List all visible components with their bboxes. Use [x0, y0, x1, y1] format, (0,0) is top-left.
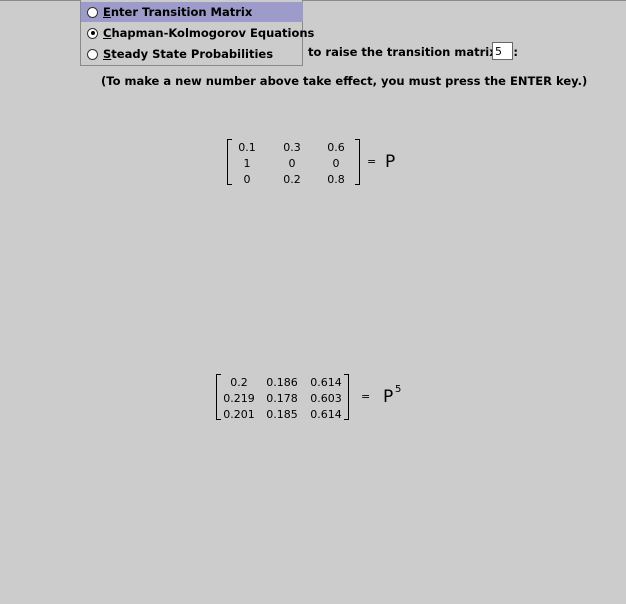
- matrix-name-p: P: [385, 152, 396, 172]
- matrix-cell: 0.178: [266, 392, 298, 405]
- menu-item-enter-transition-matrix[interactable]: Enter Transition Matrix: [81, 2, 303, 22]
- matrix-cell: 0.186: [266, 376, 298, 389]
- menu-item-steady-state[interactable]: Steady State Probabilities: [81, 44, 303, 64]
- matrix-cell: 0.6: [327, 141, 345, 154]
- matrix-cell: 0.2: [230, 376, 248, 389]
- radio-checked-icon: [87, 27, 98, 39]
- radio-icon: [87, 48, 98, 60]
- matrix-cell: 0.8: [327, 173, 345, 186]
- matrix-cell: 0: [332, 157, 340, 170]
- matrix-cell: 0: [288, 157, 296, 170]
- matrix-cell: 1: [243, 157, 251, 170]
- matrix-cell: 0.219: [223, 392, 255, 405]
- matrix-cell: 0.603: [310, 392, 342, 405]
- radio-icon: [87, 6, 98, 18]
- exponent-label: 5: [395, 384, 402, 395]
- matrix-cell: 0.185: [266, 408, 298, 421]
- app-window: Enter Transition Matrix Chapman-Kolmogor…: [0, 0, 626, 604]
- menu-item-label: Enter Transition Matrix: [103, 5, 253, 19]
- equals-sign: =: [361, 390, 371, 403]
- menu-item-label: Steady State Probabilities: [103, 47, 274, 61]
- matrix-name-p-power: P: [383, 387, 394, 407]
- menu-item-label: Chapman-Kolmogorov Equations: [103, 26, 315, 40]
- matrix-cell: 0.201: [223, 408, 255, 421]
- matrix-cell: 0.614: [310, 408, 342, 421]
- matrix-cell: 0.1: [238, 141, 256, 154]
- powered-matrix: 0.2 0.186 0.614 0.219 0.178 0.603 0.201 …: [216, 374, 349, 421]
- enter-key-hint: (To make a new number above take effect,…: [101, 74, 588, 88]
- transition-matrix: 0.1 0.3 0.6 1 0 0 0 0.2 0.8: [227, 139, 360, 186]
- mode-menu: Enter Transition Matrix Chapman-Kolmogor…: [80, 0, 314, 66]
- matrix-cell: 0.2: [283, 173, 301, 186]
- matrix-cell: 0.614: [310, 376, 342, 389]
- equals-sign: =: [367, 155, 377, 168]
- matrix-cell: 0.3: [283, 141, 301, 154]
- power-input[interactable]: [492, 42, 513, 60]
- matrix-cell: 0: [243, 173, 251, 186]
- menu-item-chapman-kolmogorov[interactable]: Chapman-Kolmogorov Equations: [81, 23, 314, 43]
- power-label: to raise the transition matrix, P:: [308, 45, 519, 59]
